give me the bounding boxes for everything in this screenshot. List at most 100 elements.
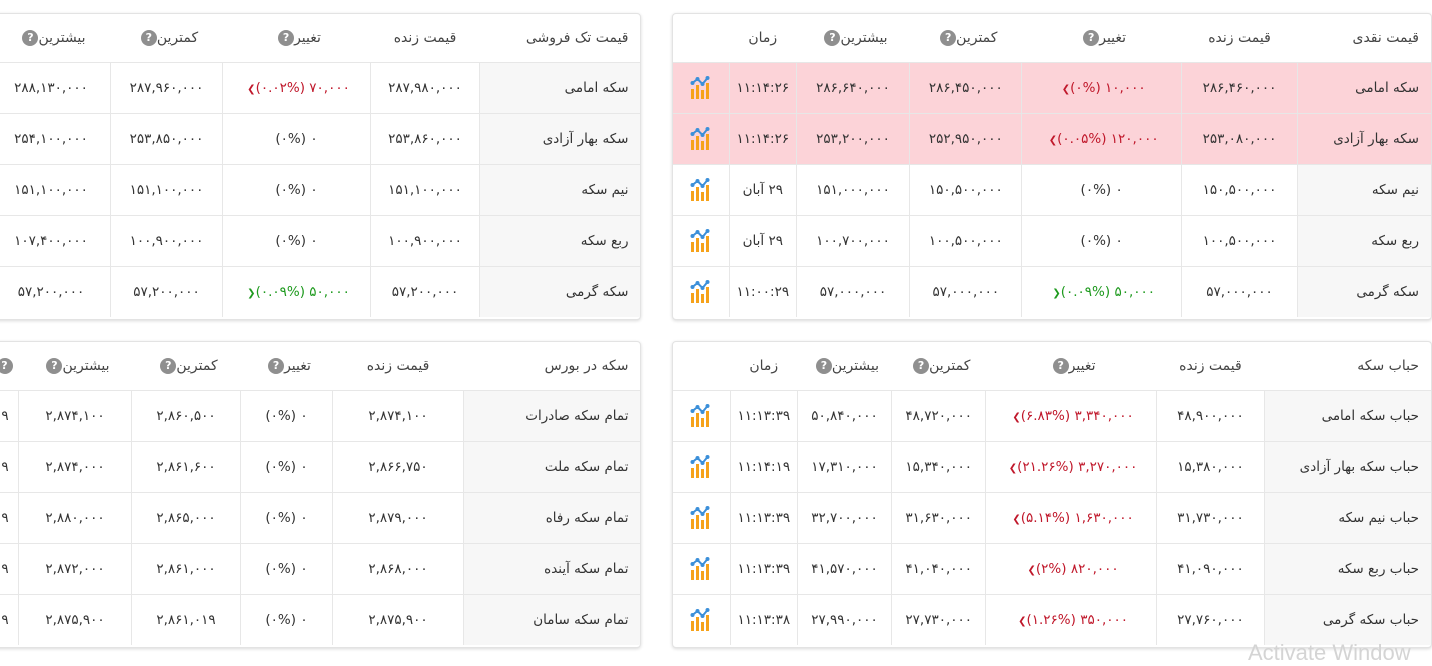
extra-value: ۹ [0,390,19,442]
table-header-row: حباب سکه قیمت زنده تغییر? کمترین? بیشتری… [673,342,1431,391]
table-row[interactable]: سکه امامی ۲۸۶,۴۶۰,۰۰۰ ۱۰,۰۰۰ (۰%)❯ ۲۸۶,۴۵۰,… [673,62,1431,114]
help-icon[interactable]: ? [0,358,13,374]
table-row[interactable]: تمام سکه رفاه ۲,۸۷۹,۰۰۰ ۰ (۰%) ۲,۸۶۵,۰۰۰ ۲,۸… [0,492,640,544]
change-value: ۱,۶۳۰,۰۰۰ (۵.۱۴%)❯ [985,492,1157,544]
update-time: ۱۱:۱۳:۳۸ [729,594,798,645]
chart-icon[interactable] [673,113,730,165]
live-price: ۳۱,۷۳۰,۰۰۰ [1155,492,1265,544]
table-row[interactable]: ربع سکه ۱۰۰,۵۰۰,۰۰۰ ۰ (۰%) ۱۰۰,۵۰۰,۰۰۰ ۱۰۰,۷… [673,215,1431,267]
update-time: ۱۱:۱۴:۱۹ [729,441,798,493]
table-row[interactable]: حباب سکه گرمی ۲۷,۷۶۰,۰۰۰ ۳۵۰,۰۰۰ (۱.۲۶%)❯ ۲… [673,594,1431,646]
help-icon[interactable]: ? [46,358,63,374]
live-price: ۲۷,۷۶۰,۰۰۰ [1155,594,1265,645]
col-header-time: زمان [729,14,797,63]
extra-value: ۹ [0,594,19,645]
help-icon[interactable]: ? [140,30,157,46]
help-icon[interactable]: ? [940,30,957,46]
high-price: ۲۸۶,۶۴۰,۰۰۰ [795,62,910,114]
high-price: ۱۵۱,۰۰۰,۰۰۰ [795,164,910,216]
change-text: ۳,۲۷۰,۰۰۰ (۲۱.۲۶%) [1017,459,1138,475]
row-name: سکه امامی [479,62,640,114]
table-row[interactable]: نیم سکه ۱۵۰,۵۰۰,۰۰۰ ۰ (۰%) ۱۵۰,۵۰۰,۰۰۰ ۱۵۱,۰… [673,164,1431,216]
change-text: ۰ (۰%) [265,561,308,577]
table-row[interactable]: حباب سکه بهار آزادی ۱۵,۳۸۰,۰۰۰ ۳,۲۷۰,۰۰۰ (… [673,441,1431,493]
col-header-time: زمان [730,342,798,391]
col-header-low: کمترین? [909,14,1022,63]
table-row[interactable]: نیم سکه ۱۵۱,۱۰۰,۰۰۰ ۰ (۰%) ۱۵۱,۱۰۰,۰۰۰ ۱۵۱,۱… [0,164,640,216]
table-row[interactable]: سکه گرمی ۵۷,۲۰۰,۰۰۰ ۵۰,۰۰۰ (۰.۰۹%)❮ ۵۷,۲۰۰,… [0,266,640,317]
table-row[interactable]: حباب نیم سکه ۳۱,۷۳۰,۰۰۰ ۱,۶۳۰,۰۰۰ (۵.۱۴%)❯… [673,492,1431,544]
table-row[interactable]: تمام سکه آینده ۲,۸۶۸,۰۰۰ ۰ (۰%) ۲,۸۶۱,۰۰۰ ۲,… [0,543,640,595]
row-name: تمام سکه رفاه [463,492,640,544]
change-value: ۰ (۰%) [222,215,371,267]
row-name: حباب ربع سکه [1264,543,1431,595]
chart-icon[interactable] [673,492,731,544]
high-price: ۱۷,۳۱۰,۰۰۰ [796,441,892,493]
chevron-down-icon: ❯ [1061,84,1071,95]
high-price: ۵۷,۲۰۰,۰۰۰ [0,266,111,317]
help-icon[interactable]: ? [824,30,841,46]
high-price: ۱۰۰,۷۰۰,۰۰۰ [795,215,910,267]
coin-bubble-table: حباب سکه قیمت زنده تغییر? کمترین? بیشتری… [673,342,1431,645]
chart-icon[interactable] [673,595,730,646]
chevron-down-icon: ❯ [1012,514,1021,525]
table-row[interactable]: سکه امامی ۲۸۷,۹۸۰,۰۰۰ ۷۰,۰۰۰ (۰.۰۲%)❯ ۲۸۷,۹… [0,62,640,114]
help-icon[interactable]: ? [278,30,295,46]
change-text: ۸۲۰,۰۰۰ (۲%) [1035,561,1119,577]
change-value: ۳,۳۴۰,۰۰۰ (۶.۸۳%)❯ [985,390,1157,442]
low-price: ۲,۸۶۱,۰۰۰ [131,543,241,595]
table-row[interactable]: حباب سکه امامی ۴۸,۹۰۰,۰۰۰ ۳,۳۴۰,۰۰۰ (۶.۸۳%… [673,390,1431,442]
chart-icon[interactable] [673,543,731,595]
help-icon[interactable]: ? [815,358,832,374]
high-price: ۱۰۷,۴۰۰,۰۰۰ [0,215,111,267]
help-icon[interactable]: ? [1052,358,1069,374]
table-row[interactable]: سکه گرمی ۵۷,۰۰۰,۰۰۰ ۵۰,۰۰۰ (۰.۰۹%)❮ ۵۷,۰۰۰,… [673,266,1431,318]
col-header-low: کمترین? [110,14,223,63]
col-header-change: تغییر? [240,342,333,391]
change-text: ۱,۶۳۰,۰۰۰ (۵.۱۴%) [1020,510,1134,526]
help-icon[interactable]: ? [268,358,285,374]
chart-icon[interactable] [673,390,731,442]
table-row[interactable]: ربع سکه ۱۰۰,۹۰۰,۰۰۰ ۰ (۰%) ۱۰۰,۹۰۰,۰۰۰ ۱۰۷,۴… [0,215,640,267]
help-icon[interactable]: ? [160,358,177,374]
table-row[interactable]: تمام سکه صادرات ۲,۸۷۴,۱۰۰ ۰ (۰%) ۲,۸۶۰,۵۰۰ ۲… [0,390,640,442]
low-price: ۱۰۰,۹۰۰,۰۰۰ [110,215,223,267]
chevron-down-icon: ❯ [247,84,256,95]
col-header-live: قیمت زنده [1181,14,1298,63]
change-value: ۱۲۰,۰۰۰ (۰.۰۵%)❯ [1021,113,1182,165]
update-time: ۱۱:۱۴:۲۶ [728,62,797,114]
live-price: ۲۵۳,۸۶۰,۰۰۰ [370,113,480,165]
table-row[interactable]: سکه بهار آزادی ۲۵۳,۰۸۰,۰۰۰ ۱۲۰,۰۰۰ (۰.۰۵%)… [673,113,1431,165]
low-price: ۳۱,۶۳۰,۰۰۰ [891,492,986,544]
change-value: ۳۵۰,۰۰۰ (۱.۲۶%)❯ [985,594,1157,645]
high-price: ۲,۸۸۰,۰۰۰ [18,492,132,544]
table-row[interactable]: تمام سکه سامان ۲,۸۷۵,۹۰۰ ۰ (۰%) ۲,۸۶۱,۰۱۹ ۲,… [0,594,640,645]
change-text: ۳۵۰,۰۰۰ (۱.۲۶%) [1026,612,1129,628]
help-icon[interactable]: ? [1083,30,1100,46]
high-price: ۲۷,۹۹۰,۰۰۰ [796,594,892,645]
help-icon[interactable]: ? [22,30,39,46]
change-value: ۰ (۰%) [222,113,371,165]
change-value: ۰ (۰%) [222,164,371,216]
low-price: ۴۱,۰۴۰,۰۰۰ [891,543,986,595]
chart-icon[interactable] [673,267,729,318]
change-text: ۰ (۰%) [265,612,308,628]
live-price: ۵۷,۲۰۰,۰۰۰ [370,266,480,317]
live-price: ۱۵۰,۵۰۰,۰۰۰ [1180,164,1298,216]
table-row[interactable]: حباب ربع سکه ۴۱,۰۹۰,۰۰۰ ۸۲۰,۰۰۰ (۲%)❯ ۴۱,۰۴… [673,543,1431,595]
high-price: ۱۵۱,۱۰۰,۰۰۰ [0,164,111,216]
high-price: ۲۵۴,۱۰۰,۰۰۰ [0,113,111,165]
low-price: ۲۷,۷۳۰,۰۰۰ [891,594,986,645]
help-icon[interactable]: ? [913,358,930,374]
chart-icon[interactable] [673,441,731,493]
live-price: ۲,۸۶۸,۰۰۰ [332,543,464,595]
table-row[interactable]: تمام سکه ملت ۲,۸۶۶,۷۵۰ ۰ (۰%) ۲,۸۶۱,۶۰۰ ۲,۸۷… [0,441,640,493]
table-row[interactable]: سکه بهار آزادی ۲۵۳,۸۶۰,۰۰۰ ۰ (۰%) ۲۵۳,۸۵۰,۰… [0,113,640,165]
col-header-chart [673,14,730,63]
chart-icon[interactable] [673,164,730,216]
change-text: ۰ (۰%) [275,233,318,249]
chart-icon[interactable] [673,215,730,267]
chart-icon[interactable] [673,62,730,114]
col-header-name: قیمت تک فروشی [479,14,640,63]
live-price: ۴۸,۹۰۰,۰۰۰ [1155,390,1265,442]
